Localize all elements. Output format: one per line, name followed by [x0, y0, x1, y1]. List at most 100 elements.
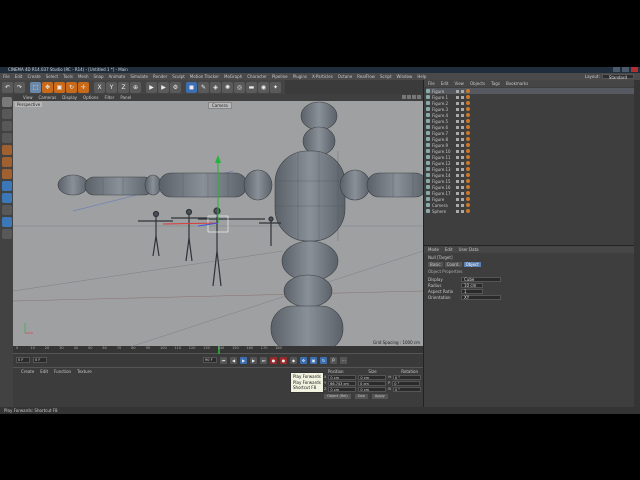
tab-basic[interactable]: Basic [428, 262, 443, 267]
redo-icon[interactable]: ↷ [14, 81, 25, 93]
tag-icon[interactable] [466, 143, 470, 147]
object-row[interactable]: Sphere [426, 208, 638, 214]
orientation-dropdown[interactable]: XY [461, 294, 501, 300]
menu-select[interactable]: Select [46, 74, 58, 79]
move-icon[interactable]: ✥ [42, 81, 53, 93]
menu-help[interactable]: Help [417, 74, 426, 79]
tag-icon[interactable] [466, 203, 470, 207]
deformer-icon[interactable]: ◎ [234, 81, 245, 93]
zoom-icon[interactable] [407, 95, 411, 99]
tag-icon[interactable] [466, 197, 470, 201]
floor-icon[interactable]: ▬ [246, 81, 257, 93]
visibility-icon[interactable] [456, 131, 459, 135]
prev-key-icon[interactable]: ◀ [230, 356, 237, 364]
rotation-b-field[interactable]: 0 ° [392, 387, 421, 392]
light-icon[interactable]: ✦ [270, 81, 281, 93]
menu-create[interactable]: Create [27, 74, 40, 79]
viewport-menu-panel[interactable]: Panel [120, 95, 131, 100]
visibility-icon[interactable] [456, 137, 459, 141]
tag-icon[interactable] [466, 185, 470, 189]
parameter-key-icon[interactable]: P [330, 356, 337, 364]
y-axis-arrow-icon[interactable] [215, 155, 221, 163]
record-icon[interactable]: ● [270, 356, 277, 364]
go-to-end-icon[interactable]: ⏭ [260, 356, 267, 364]
enable-check-icon[interactable] [461, 203, 464, 207]
close-button[interactable] [631, 67, 638, 72]
om-menu-bookmarks[interactable]: Bookmarks [506, 81, 528, 86]
x-axis-button[interactable]: X [94, 81, 105, 93]
tag-icon[interactable] [466, 149, 470, 153]
enable-check-icon[interactable] [461, 95, 464, 99]
viewport-menu-view[interactable]: View [23, 95, 33, 100]
current-frame-field[interactable]: 0 F [16, 357, 30, 363]
menu-tools[interactable]: Tools [63, 74, 73, 79]
visibility-icon[interactable] [456, 107, 459, 111]
timeline-ruler[interactable]: 0 10 20 30 40 50 60 70 80 90 100 110 120 130 140 150 160… [13, 346, 423, 354]
viewport-menu-options[interactable]: Options [83, 95, 98, 100]
object-mode-dropdown[interactable]: Object (Rel) [324, 394, 351, 399]
enable-check-icon[interactable] [461, 89, 464, 93]
orbit-icon[interactable] [412, 95, 416, 99]
om-menu-view[interactable]: View [454, 81, 464, 86]
tag-icon[interactable] [466, 101, 470, 105]
camera-icon[interactable]: ◉ [258, 81, 269, 93]
small-figure-2[interactable] [171, 208, 209, 262]
visibility-icon[interactable] [456, 185, 459, 189]
play-forwards-icon[interactable]: ▶ [240, 356, 247, 364]
menu-edit[interactable]: Edit [445, 247, 453, 252]
menu-simulate[interactable]: Simulate [130, 74, 148, 79]
enable-check-icon[interactable] [461, 113, 464, 117]
position-z-field[interactable]: 0 cm [328, 387, 357, 392]
tag-icon[interactable] [466, 137, 470, 141]
size-z-field[interactable]: 0 cm [358, 387, 387, 392]
autokey-icon[interactable]: ● [280, 356, 287, 364]
visibility-icon[interactable] [456, 173, 459, 177]
visibility-icon[interactable] [456, 143, 459, 147]
large-figure[interactable] [57, 101, 423, 346]
visibility-icon[interactable] [456, 119, 459, 123]
make-editable-icon[interactable] [1, 97, 12, 107]
menu-mode[interactable]: Mode [428, 247, 439, 252]
menu-octane[interactable]: Octane [338, 74, 352, 79]
right-side-tabs[interactable] [634, 80, 640, 407]
om-menu-edit[interactable]: Edit [441, 81, 449, 86]
menu-render[interactable]: Render [153, 74, 167, 79]
tab-object[interactable]: Object [463, 262, 481, 267]
edges-mode-icon[interactable] [1, 157, 12, 167]
points-mode-icon[interactable] [1, 145, 12, 155]
enable-check-icon[interactable] [461, 125, 464, 129]
visibility-icon[interactable] [456, 113, 459, 117]
tag-icon[interactable] [466, 95, 470, 99]
start-frame-field[interactable]: 0 F [33, 357, 47, 363]
om-menu-tags[interactable]: Tags [491, 81, 500, 86]
size-mode-dropdown[interactable]: Size [354, 394, 368, 399]
render-view-icon[interactable]: ▶ [146, 81, 157, 93]
display-dropdown[interactable]: Cube [461, 276, 501, 282]
size-x-field[interactable]: 0 cm [358, 375, 387, 380]
keyframe-selection-icon[interactable]: ◆ [290, 356, 297, 364]
menu-snap[interactable]: Snap [93, 74, 103, 79]
position-key-icon[interactable]: ✥ [300, 356, 307, 364]
position-y-field[interactable]: 66.743 cm [328, 381, 357, 386]
visibility-icon[interactable] [456, 203, 459, 207]
pen-icon[interactable]: ✎ [198, 81, 209, 93]
tag-icon[interactable] [466, 89, 470, 93]
menu-texture[interactable]: Texture [77, 369, 92, 374]
coord-system-icon[interactable]: ⊕ [130, 81, 141, 93]
pan-icon[interactable] [402, 95, 406, 99]
maximize-button[interactable] [622, 67, 629, 72]
om-menu-file[interactable]: File [428, 81, 435, 86]
layout-dropdown[interactable]: Standard [601, 74, 634, 80]
rotation-p-field[interactable]: 0 ° [392, 381, 421, 386]
enable-check-icon[interactable] [461, 149, 464, 153]
menu-function[interactable]: Function [54, 369, 71, 374]
render-picture-icon[interactable]: ▶ [158, 81, 169, 93]
viewport-menu-filter[interactable]: Filter [104, 95, 114, 100]
enable-check-icon[interactable] [461, 101, 464, 105]
menu-window[interactable]: Window [397, 74, 413, 79]
enable-check-icon[interactable] [461, 191, 464, 195]
visibility-icon[interactable] [456, 125, 459, 129]
menu-mesh[interactable]: Mesh [78, 74, 89, 79]
visibility-icon[interactable] [456, 161, 459, 165]
array-icon[interactable]: ✺ [222, 81, 233, 93]
